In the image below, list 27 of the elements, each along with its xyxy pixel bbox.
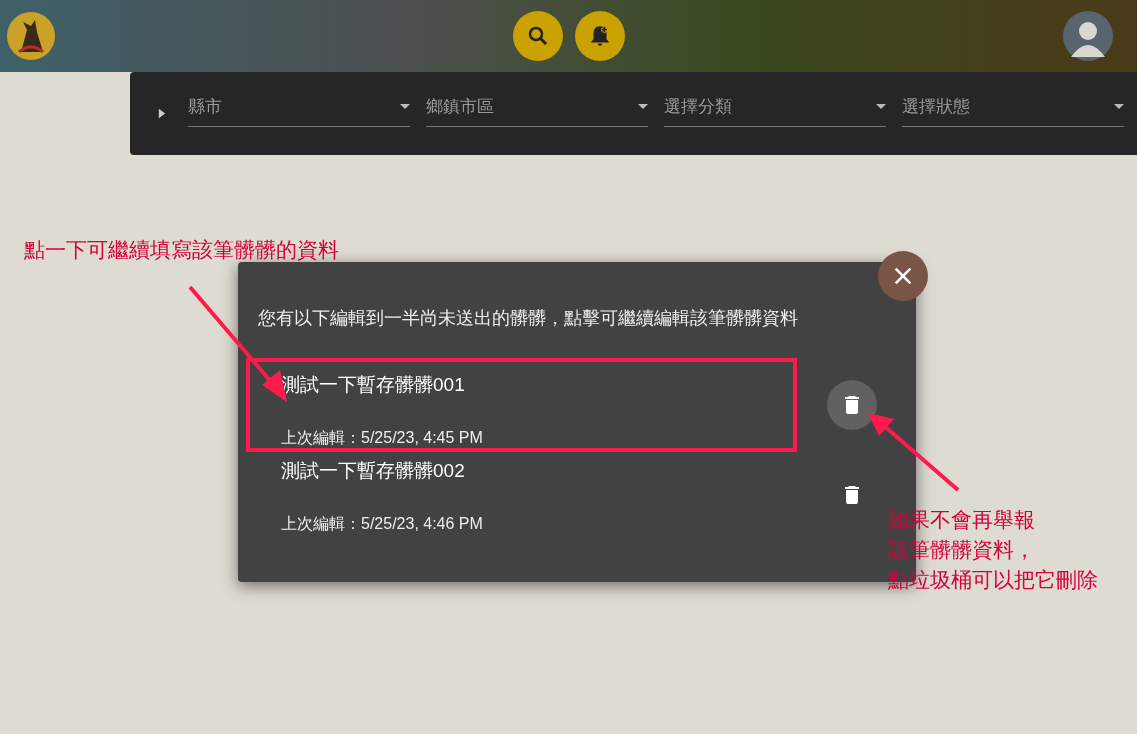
dropdown-caret-icon bbox=[876, 103, 886, 109]
delete-button[interactable] bbox=[827, 380, 877, 430]
avatar-icon[interactable] bbox=[1063, 11, 1113, 61]
dropdown-placeholder: 鄉鎮市區 bbox=[426, 95, 494, 118]
draft-title: 測試一下暫存髒髒002 bbox=[281, 459, 466, 483]
dropdown-field[interactable]: 選擇狀態 bbox=[902, 94, 1124, 127]
dropdown-field[interactable]: 鄉鎮市區 bbox=[426, 94, 648, 127]
draft-last-edited: 上次編輯：5/25/23, 4:46 PM bbox=[281, 514, 484, 534]
dropdown-field[interactable]: 縣市 bbox=[188, 94, 410, 127]
dialog-message: 您有以下編輯到一半尚未送出的髒髒，點擊可繼續編輯該筆髒髒資料 bbox=[258, 307, 799, 330]
dropdown-caret-icon bbox=[400, 103, 410, 109]
dropdown-caret-icon bbox=[1114, 103, 1124, 109]
annotation-text: 點一下可繼續填寫該筆髒髒的資料 bbox=[24, 237, 339, 263]
dropdown-placeholder: 選擇狀態 bbox=[902, 95, 970, 118]
dropdown-placeholder: 選擇分類 bbox=[664, 95, 732, 118]
close-icon bbox=[892, 265, 914, 287]
add-notification-button[interactable] bbox=[575, 11, 625, 61]
search-button[interactable] bbox=[513, 11, 563, 61]
draft-item[interactable]: 測試一下暫存髒髒002 上次編輯：5/25/23, 4:46 PM bbox=[246, 452, 797, 538]
dropdown-field[interactable]: 選擇分類 bbox=[664, 94, 886, 127]
draft-last-edited: 上次編輯：5/25/23, 4:45 PM bbox=[281, 428, 484, 448]
close-button[interactable] bbox=[878, 251, 928, 301]
dropdown-caret-icon bbox=[638, 103, 648, 109]
expand-caret-icon[interactable] bbox=[158, 108, 166, 119]
dropdown-placeholder: 縣市 bbox=[188, 95, 222, 118]
wolf-logo-icon[interactable] bbox=[7, 12, 55, 60]
search-icon bbox=[526, 24, 550, 48]
